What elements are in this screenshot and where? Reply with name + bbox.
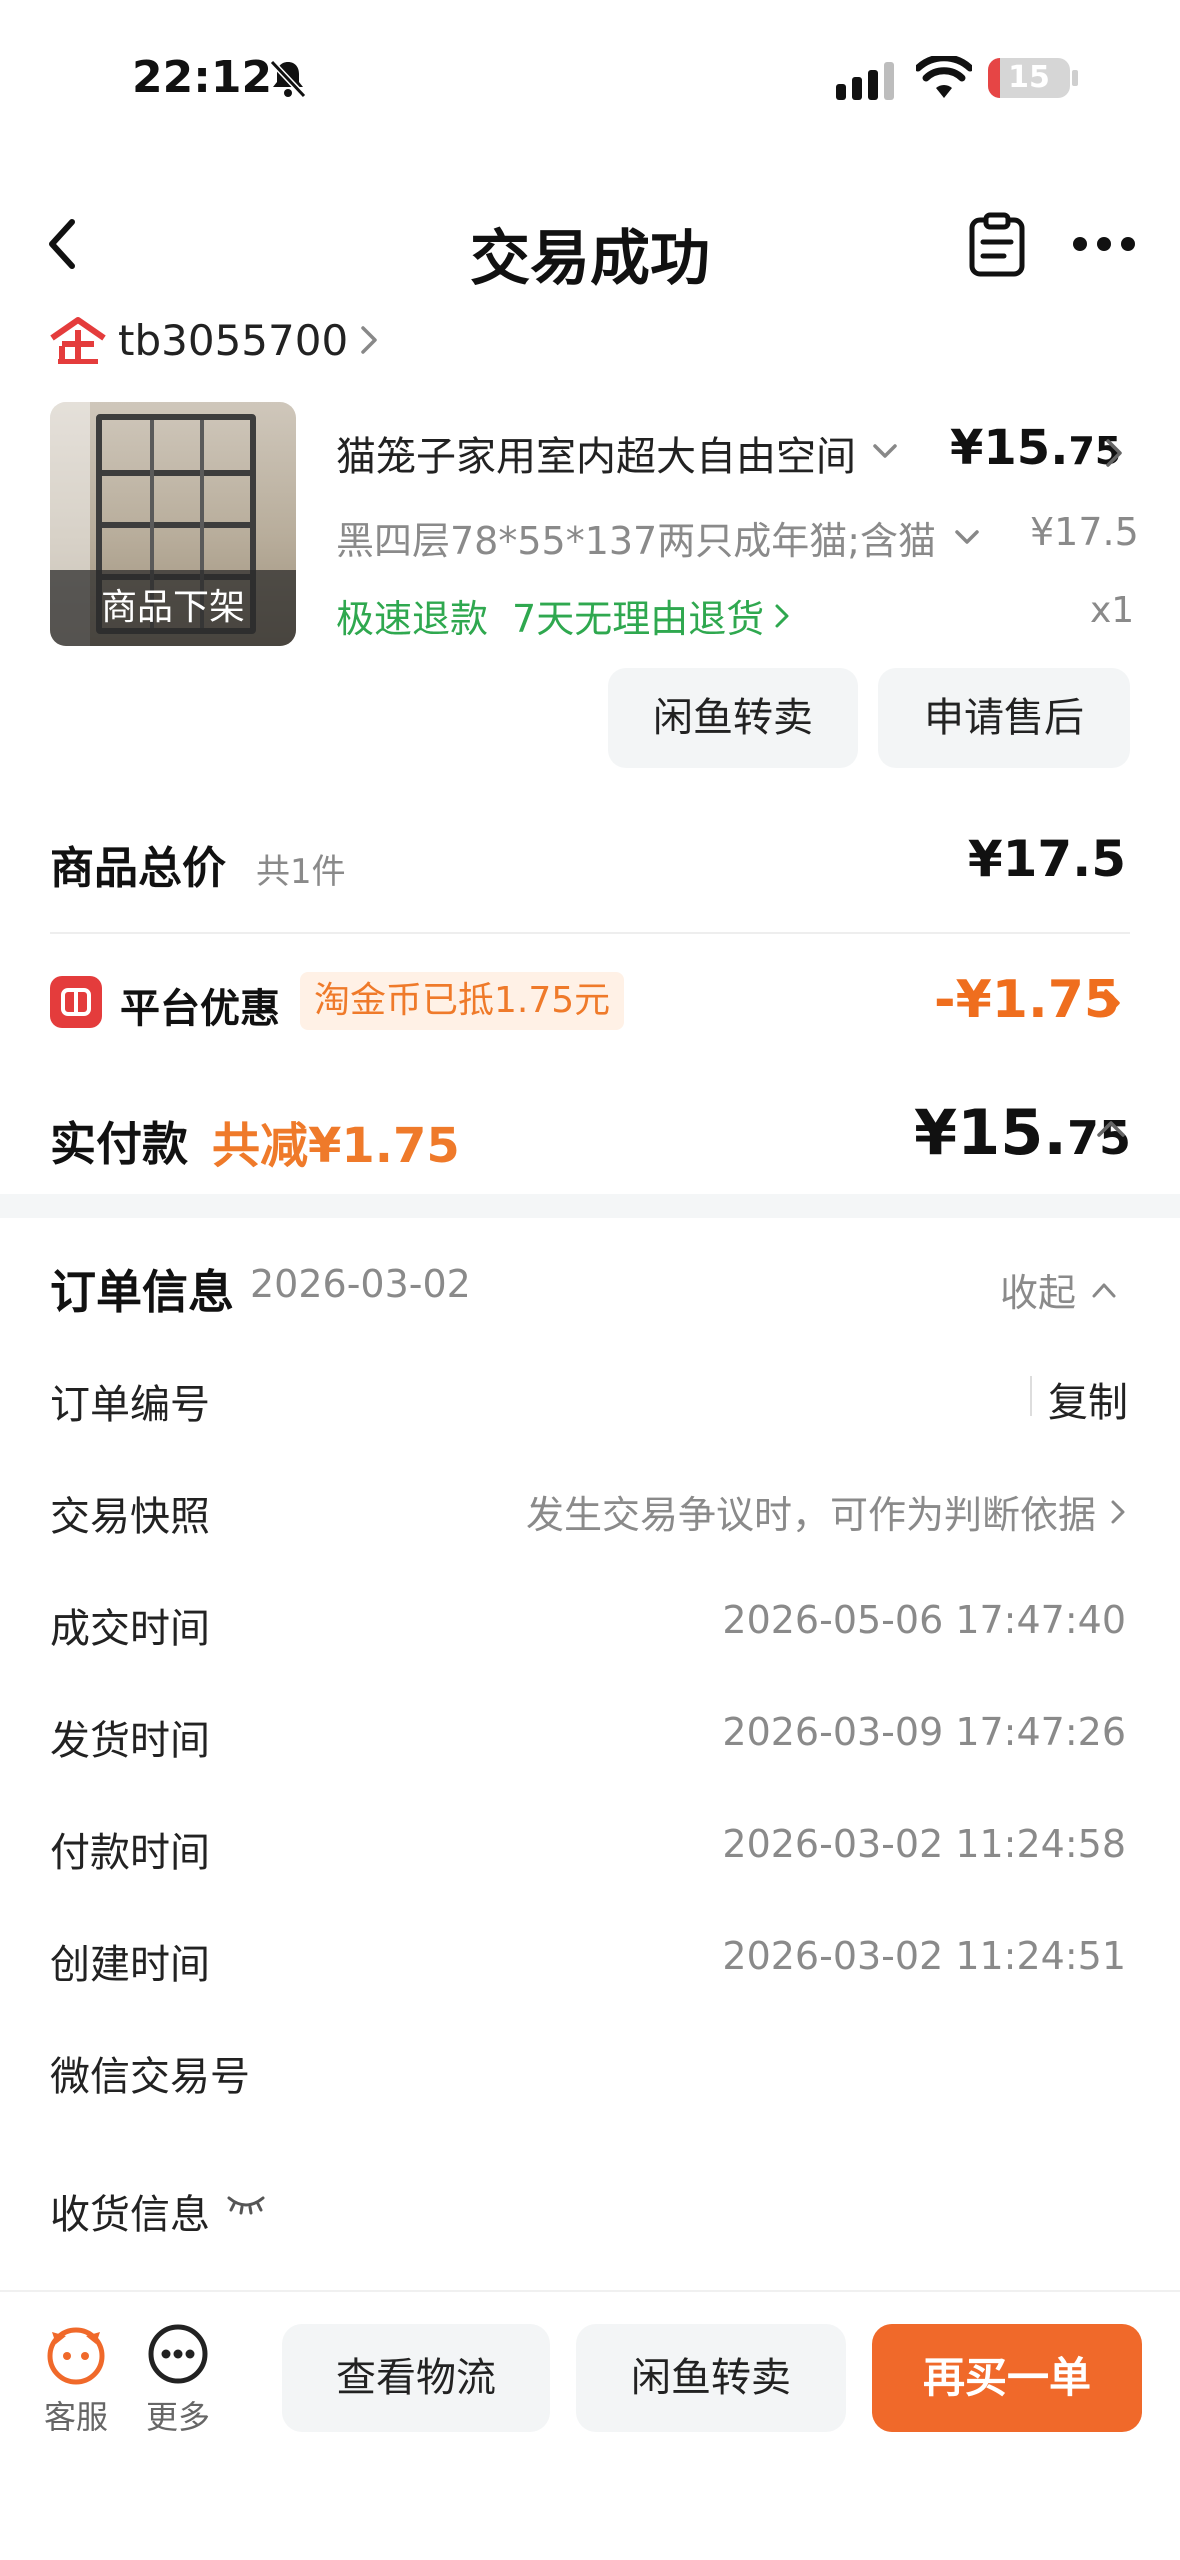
chevron-up-icon [1092, 1283, 1116, 1297]
create-time-label: 创建时间 [50, 1942, 210, 1988]
snapshot-label: 交易快照 [50, 1494, 210, 1540]
shipping-info-label: 收货信息 [50, 2192, 210, 2238]
wechat-trade-no-label: 微信交易号 [50, 2054, 250, 2100]
battery-cap [1072, 70, 1078, 86]
seven-day-return-tag: 7天无理由退货 [512, 597, 765, 641]
chevron-down-icon[interactable] [952, 526, 982, 548]
platform-discount-label: 平台优惠 [120, 986, 280, 1032]
product-price-int: ¥15. [950, 420, 1069, 476]
copy-button[interactable]: 复制 [1048, 1370, 1128, 1428]
cage-shelf [102, 470, 250, 476]
wifi-icon [916, 56, 972, 98]
cellular-signal-icon [836, 62, 894, 100]
pay-time-label: 付款时间 [50, 1830, 210, 1876]
chevron-right-icon[interactable] [1102, 986, 1122, 1020]
refund-policy-row[interactable]: 极速退款 7天无理由退货 [336, 588, 790, 643]
chevron-down-icon[interactable] [870, 440, 900, 462]
chevron-right-icon [1111, 1500, 1125, 1523]
collapse-button[interactable]: 收起 [1000, 1262, 1118, 1317]
ship-time-label: 发货时间 [50, 1718, 210, 1764]
status-time: 22:12 [132, 52, 273, 103]
customer-service-icon[interactable] [44, 2322, 108, 2386]
total-item-count: 共1件 [256, 852, 346, 892]
section-divider [0, 1194, 1180, 1218]
divider [50, 932, 1130, 934]
customer-service-label[interactable]: 客服 [44, 2392, 108, 2438]
nav-bar: 交易成功 [0, 190, 1180, 300]
order-info-title: 订单信息 [50, 1265, 234, 1319]
shop-icon [50, 317, 106, 364]
more-circle-icon[interactable] [146, 2322, 210, 2386]
order-number-label: 订单编号 [50, 1382, 210, 1428]
more-label[interactable]: 更多 [146, 2392, 210, 2438]
chevron-right-icon[interactable] [1104, 436, 1124, 470]
ship-time-value: 2026-03-09 17:47:26 [722, 1710, 1126, 1754]
copy-separator [1030, 1376, 1032, 1416]
cage-shelf [102, 522, 250, 528]
eye-closed-icon[interactable] [226, 2194, 266, 2216]
amount-paid-label: 实付款 [50, 1117, 188, 1171]
platform-discount-value[interactable]: -¥1.75 [934, 970, 1120, 1030]
more-options-icon[interactable] [1070, 232, 1138, 256]
deal-time-value: 2026-05-06 17:47:40 [722, 1598, 1126, 1642]
shop-name: tb3055700 [118, 315, 349, 365]
shop-row[interactable]: tb3055700 [48, 312, 380, 368]
product-image[interactable]: 商品下架 [50, 402, 296, 646]
original-price: ¥17.5 [1030, 510, 1139, 554]
buy-again-button[interactable]: 再买一单 [872, 2324, 1142, 2432]
order-info-date: 2026-03-02 [250, 1262, 471, 1306]
after-sale-button[interactable]: 申请售后 [878, 668, 1130, 768]
status-bar: 22:12 15 [0, 0, 1180, 160]
deal-time-label: 成交时间 [50, 1606, 210, 1652]
total-reduction: 共减¥1.75 [212, 1118, 460, 1174]
view-logistics-button[interactable]: 查看物流 [282, 2324, 550, 2432]
pay-time-value: 2026-03-02 11:24:58 [722, 1822, 1126, 1866]
total-price-value: ¥17.5 [967, 830, 1126, 888]
chevron-up-icon[interactable] [1094, 1118, 1128, 1140]
product-sku[interactable]: 黑四层78*55*137两只成年猫;含猫 [336, 510, 936, 565]
amount-paid-int: ¥15. [914, 1096, 1067, 1169]
collapse-label: 收起 [1000, 1271, 1077, 1315]
fast-refund-tag: 极速退款 [336, 597, 489, 641]
product-title[interactable]: 猫笼子家用室内超大自由空间 [336, 424, 856, 482]
battery-level: 15 [1008, 60, 1050, 95]
bell-muted-icon [269, 59, 307, 99]
platform-discount-icon [50, 976, 102, 1028]
snapshot-link[interactable]: 发生交易争议时，可作为判断依据 [526, 1484, 1126, 1539]
resell-button[interactable]: 闲鱼转卖 [608, 668, 858, 768]
battery-indicator: 15 [988, 58, 1070, 98]
off-shelf-badge: 商品下架 [50, 570, 296, 646]
chevron-right-icon [361, 326, 377, 354]
create-time-value: 2026-03-02 11:24:51 [722, 1934, 1126, 1978]
order-list-icon[interactable] [966, 212, 1028, 278]
snapshot-value: 发生交易争议时，可作为判断依据 [525, 1493, 1096, 1537]
product-quantity: x1 [1090, 590, 1135, 631]
product-price: ¥15.75 [950, 420, 1121, 476]
total-price-label: 商品总价 [50, 843, 226, 894]
chevron-right-icon [775, 604, 789, 627]
resell-bottom-button[interactable]: 闲鱼转卖 [576, 2324, 846, 2432]
coin-deduction-badge: 淘金币已抵1.75元 [300, 972, 625, 1030]
